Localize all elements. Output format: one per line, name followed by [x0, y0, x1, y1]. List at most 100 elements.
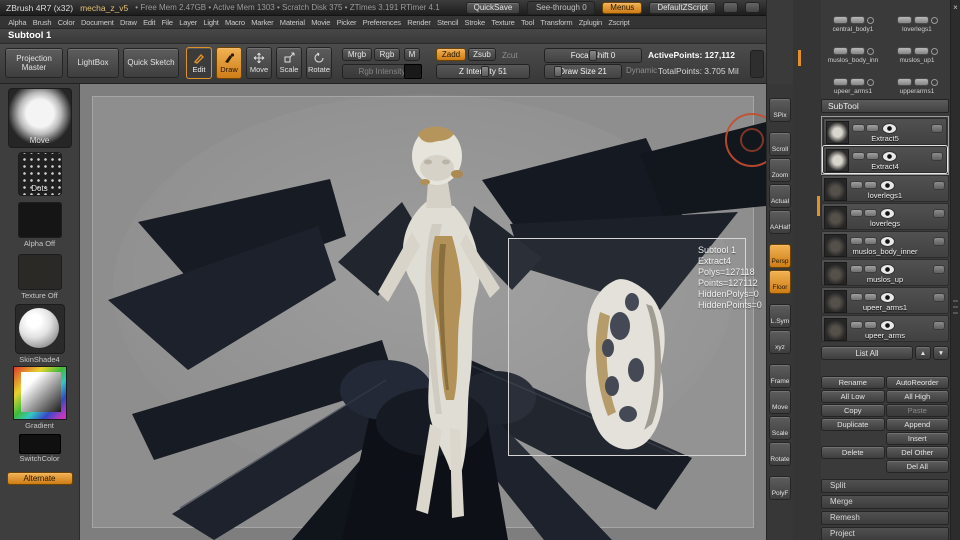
eye-visibility-icon[interactable] — [882, 151, 897, 162]
subtool-icon[interactable] — [850, 321, 863, 329]
zsub-button[interactable]: Zsub — [468, 48, 496, 61]
rail-button-aahalf[interactable]: AAHalf — [769, 210, 791, 234]
eye-visibility-icon[interactable] — [880, 236, 895, 247]
subtool-brush-icon[interactable] — [933, 321, 945, 330]
projection-master-button[interactable]: Projection Master — [5, 48, 63, 78]
subtool-icon[interactable] — [866, 152, 879, 160]
delete-button[interactable]: Delete — [821, 446, 885, 459]
quick-sketch-button[interactable]: Quick Sketch — [123, 48, 179, 78]
subtool-icon[interactable] — [864, 181, 877, 189]
rail-button-actual[interactable]: Actual — [769, 184, 791, 208]
subtool-up-button[interactable]: ▲ — [915, 346, 931, 360]
focal-shift-slider[interactable]: Focal Shift 0 — [544, 48, 642, 63]
draw-size-slider[interactable]: Draw Size 21 — [544, 64, 622, 79]
subtool-icon[interactable] — [850, 181, 863, 189]
right-edge-strip[interactable]: × — [950, 0, 960, 540]
current-stroke-thumbnail[interactable]: Dots — [17, 152, 62, 196]
menu-item-document[interactable]: Document — [78, 18, 117, 27]
shelf-divider-handle[interactable] — [750, 50, 764, 78]
rail-button-spix[interactable]: SPix — [769, 98, 791, 122]
quicksave-button[interactable]: QuickSave — [465, 1, 521, 14]
menu-item-stroke[interactable]: Stroke — [461, 18, 488, 27]
subtool-row[interactable]: loverlegs — [821, 203, 949, 230]
color-picker-gradient[interactable] — [20, 372, 61, 412]
default-zscript-button[interactable]: DefaultZScript — [649, 1, 716, 14]
eye-visibility-icon[interactable] — [880, 264, 895, 275]
rail-button-scroll[interactable]: Scroll — [769, 132, 791, 156]
menus-button[interactable]: Menus — [602, 1, 643, 14]
quick-pick-item[interactable]: upeer_arms1 — [821, 64, 885, 95]
menu-item-preferences[interactable]: Preferences — [359, 18, 404, 27]
paste-button[interactable]: Paste — [885, 404, 949, 417]
eye-visibility-icon[interactable] — [880, 320, 895, 331]
menu-item-zscript[interactable]: Zscript — [605, 18, 632, 27]
quick-pick-item[interactable]: loverlegs1 — [885, 2, 949, 33]
all-high-button[interactable]: All High — [885, 390, 949, 403]
eye-visibility-icon[interactable] — [880, 292, 895, 303]
subtool-icon[interactable] — [852, 152, 865, 160]
divider-config-icon[interactable] — [723, 2, 738, 13]
subtool-brush-icon[interactable] — [933, 181, 945, 190]
quick-pick-item[interactable]: central_body1 — [821, 2, 885, 33]
merge-section-header[interactable]: Merge — [821, 495, 949, 509]
autoreorder-button[interactable]: AutoReorder — [885, 376, 949, 389]
menu-item-texture[interactable]: Texture — [488, 18, 518, 27]
alternate-button[interactable]: Alternate — [6, 472, 73, 485]
subtool-row[interactable]: upeer_arms1 — [821, 287, 949, 314]
subtool-icon[interactable] — [864, 209, 877, 217]
subtool-row-extract5[interactable]: Extract5 — [823, 118, 947, 145]
menu-item-render[interactable]: Render — [404, 18, 434, 27]
split-section-header[interactable]: Split — [821, 479, 949, 493]
subtool-row[interactable]: upeer_arms — [821, 315, 949, 342]
color-picker[interactable] — [12, 366, 67, 420]
mrgb-button[interactable]: Mrgb — [342, 48, 372, 61]
subtool-brush-icon[interactable] — [933, 265, 945, 274]
append-button[interactable]: Append — [885, 418, 949, 431]
list-all-button[interactable]: List All — [821, 346, 913, 360]
menu-item-zplugin[interactable]: Zplugin — [576, 18, 606, 27]
zcut-button[interactable]: Zcut — [502, 51, 518, 60]
subtool-icon[interactable] — [850, 265, 863, 273]
rename-button[interactable]: Rename — [821, 376, 885, 389]
z-intensity-handle[interactable] — [481, 66, 490, 77]
remesh-section-header[interactable]: Remesh — [821, 511, 949, 525]
eye-visibility-icon[interactable] — [882, 123, 897, 134]
subtool-brush-icon[interactable] — [933, 293, 945, 302]
subtool-icon[interactable] — [850, 209, 863, 217]
subtool-icon[interactable] — [864, 237, 877, 245]
quick-pick-item[interactable]: muslos_body_inn — [821, 33, 885, 64]
subtool-icon[interactable] — [864, 265, 877, 273]
eye-visibility-icon[interactable] — [880, 180, 895, 191]
copy-button[interactable]: Copy — [821, 404, 885, 417]
move-mode-button[interactable]: Move — [246, 47, 272, 79]
draw-mode-button[interactable]: Draw — [216, 47, 242, 79]
subtool-row[interactable]: muslos_body_inner — [821, 231, 949, 258]
menu-item-color[interactable]: Color — [55, 18, 78, 27]
menu-item-brush[interactable]: Brush — [30, 18, 55, 27]
current-texture-thumbnail[interactable] — [17, 254, 62, 290]
rail-button-zoom[interactable]: Zoom — [769, 158, 791, 182]
rail-button-persp[interactable]: Persp — [769, 244, 791, 268]
subtool-row-extract4-active[interactable]: Extract4 — [823, 146, 947, 173]
menu-item-macro[interactable]: Macro — [222, 18, 248, 27]
subtool-brush-icon[interactable] — [931, 152, 943, 161]
rotate-mode-button[interactable]: Rotate — [306, 47, 332, 79]
menu-item-tool[interactable]: Tool — [518, 18, 537, 27]
focal-shift-handle[interactable] — [589, 50, 598, 61]
menu-item-transform[interactable]: Transform — [537, 18, 575, 27]
subtool-icon[interactable] — [864, 321, 877, 329]
zadd-button[interactable]: Zadd — [436, 48, 466, 61]
del-all-button[interactable]: Del All — [885, 460, 949, 473]
subtool-icon[interactable] — [850, 293, 863, 301]
subtool-down-button[interactable]: ▼ — [933, 346, 949, 360]
quick-pick-item[interactable]: muslos_up1 — [885, 33, 949, 64]
current-alpha-thumbnail[interactable] — [17, 202, 62, 238]
all-low-button[interactable]: All Low — [821, 390, 885, 403]
m-button[interactable]: M — [404, 48, 420, 61]
lightbox-button[interactable]: LightBox — [67, 48, 119, 78]
current-brush-thumbnail[interactable]: Move — [7, 88, 72, 148]
subtool-brush-icon[interactable] — [931, 124, 943, 133]
z-intensity-slider[interactable]: Z Intensity 51 — [436, 64, 530, 79]
draw-size-handle[interactable] — [554, 66, 563, 77]
menu-item-stencil[interactable]: Stencil — [434, 18, 462, 27]
